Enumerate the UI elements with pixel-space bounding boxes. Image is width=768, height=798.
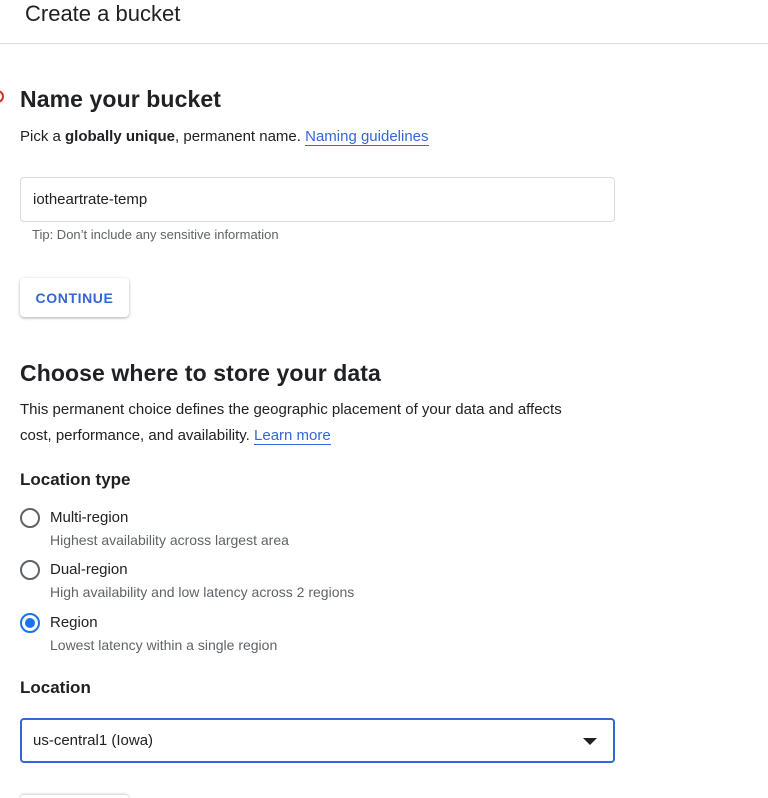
create-bucket-page: Create a bucket Name your bucket Pick a …: [0, 0, 768, 798]
location-type-option-dual-region[interactable]: Dual-region High availability and low la…: [20, 560, 620, 604]
radio-region[interactable]: [20, 613, 40, 633]
bucket-name-tip: Tip: Don’t include any sensitive informa…: [32, 227, 279, 242]
name-section-title: Name your bucket: [20, 86, 221, 112]
location-desc-line1: This permanent choice defines the geogra…: [20, 401, 562, 418]
location-label: Location: [20, 678, 91, 697]
radio-multi-region[interactable]: [20, 508, 40, 528]
continue-button[interactable]: CONTINUE: [20, 278, 129, 317]
name-desc-bold: globally unique: [65, 128, 176, 145]
name-desc-suffix: , permanent name.: [175, 128, 306, 145]
location-section-title: Choose where to store your data: [20, 360, 381, 386]
name-section-description: Pick a globally unique, permanent name. …: [20, 124, 429, 150]
radio-label: Multi-region: [50, 509, 129, 526]
radio-dual-region[interactable]: [20, 560, 40, 580]
location-section-description: This permanent choice defines the geogra…: [20, 397, 562, 449]
learn-more-link[interactable]: Learn more: [254, 427, 331, 445]
radio-description: High availability and low latency across…: [50, 584, 355, 600]
location-select[interactable]: us-central1 (Iowa): [20, 718, 615, 763]
bucket-name-input[interactable]: [20, 177, 615, 222]
name-desc-prefix: Pick a: [20, 128, 66, 145]
step-error-indicator-icon: [0, 90, 4, 103]
location-desc-line2: cost, performance, and availability.: [20, 427, 255, 444]
location-type-option-region[interactable]: Region Lowest latency within a single re…: [20, 613, 620, 657]
radio-description: Highest availability across largest area: [50, 532, 289, 548]
location-select-value: us-central1 (Iowa): [33, 732, 154, 749]
naming-guidelines-link[interactable]: Naming guidelines: [305, 128, 429, 146]
location-type-option-multi-region[interactable]: Multi-region Highest availability across…: [20, 508, 620, 552]
page-title: Create a bucket: [25, 1, 181, 26]
radio-label: Region: [50, 614, 98, 631]
radio-description: Lowest latency within a single region: [50, 637, 278, 653]
radio-label: Dual-region: [50, 561, 128, 578]
dropdown-arrow-icon: [583, 738, 597, 745]
page-header: Create a bucket: [0, 0, 768, 44]
location-type-label: Location type: [20, 470, 131, 489]
